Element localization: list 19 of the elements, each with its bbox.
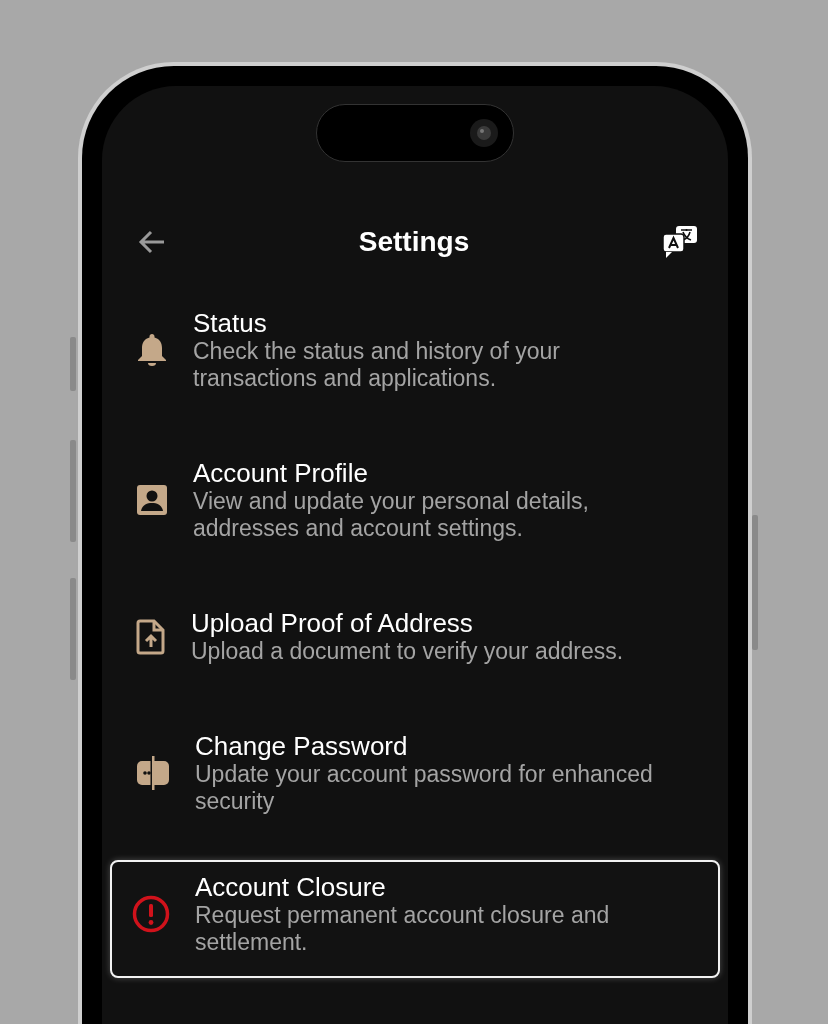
settings-item[interactable]: Status Check the status and history of your transactions and applications.	[110, 296, 720, 404]
translate-icon[interactable]	[662, 225, 698, 259]
settings-item[interactable]: Account Closure Request permanent account closure and settlement.	[110, 860, 720, 978]
camera-icon	[469, 118, 499, 148]
item-title: Change Password	[195, 731, 409, 761]
item-title: Upload Proof of Address	[191, 608, 474, 638]
settings-item[interactable]: Account Profile View and update your personal details, addresses and account settings.	[110, 446, 720, 554]
item-description: Upload a document to verify your address.	[191, 638, 624, 665]
page-title: Settings	[358, 225, 470, 259]
settings-item[interactable]: Change Password Update your account password for enhanced security	[110, 719, 720, 827]
item-title: Status	[193, 308, 268, 338]
item-title: Account Profile	[193, 458, 369, 488]
item-description: Check the status and history of your transactions and applications.	[193, 338, 561, 392]
item-description: View and update your personal details, addresses and account settings.	[193, 488, 590, 542]
item-description: Update your account password for enhanced security	[195, 761, 654, 815]
settings-item[interactable]: Upload Proof of Address Upload a document to verify your address.	[110, 596, 720, 677]
item-description: Request permanent account closure and settlement.	[195, 902, 611, 956]
back-arrow-icon[interactable]	[138, 230, 166, 254]
item-title: Account Closure	[195, 872, 387, 902]
